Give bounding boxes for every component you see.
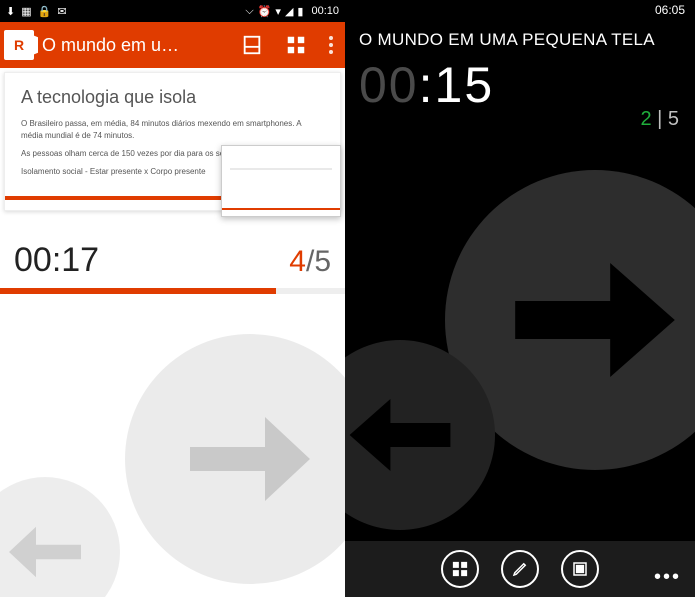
elapsed-timer: 00:17 [14, 241, 99, 280]
mail-icon: ✉ [57, 5, 66, 18]
wifi-icon: ▾ [275, 5, 281, 18]
lock-icon: 🔒 [38, 5, 52, 18]
slide-counter: 4/5 [289, 245, 331, 279]
next-slide-button[interactable] [125, 334, 345, 584]
notes-view-button[interactable] [241, 34, 263, 56]
pen-tool-button[interactable] [501, 550, 539, 588]
current-slide-number: 4 [289, 245, 306, 278]
wp-app-bar: ••• [345, 541, 695, 597]
signal-icon: ◢ [285, 5, 293, 18]
status-clock: 00:10 [311, 5, 339, 17]
bluetooth-icon: ⌵ [245, 5, 253, 18]
total-slides: 5 [314, 245, 331, 278]
slide-paragraph: O Brasileiro passa, em média, 84 minutos… [21, 118, 324, 142]
current-slide-preview[interactable]: A tecnologia que isola O Brasileiro pass… [0, 68, 345, 215]
grid-view-button[interactable] [285, 34, 307, 56]
arrow-right-icon [500, 225, 690, 415]
next-slide-thumbnail[interactable] [221, 145, 341, 217]
overflow-menu-button[interactable] [329, 36, 333, 54]
image-icon: ▦ [21, 5, 31, 18]
arrow-left-icon [345, 375, 460, 495]
battery-icon: ▮ [297, 5, 303, 18]
presentation-title: O mundo em u… [42, 35, 179, 56]
arrow-left-icon [0, 507, 90, 597]
slide-view-button[interactable] [561, 550, 599, 588]
download-icon: ⬇ [6, 5, 15, 18]
powerpoint-title-bar: R O mundo em u… [0, 22, 345, 68]
alarm-icon: ⏰ [258, 5, 272, 18]
previous-slide-button[interactable] [0, 477, 120, 597]
powerpoint-app-icon: R [4, 30, 34, 60]
slides-grid-button[interactable] [441, 550, 479, 588]
slide-title: A tecnologia que isola [21, 87, 324, 108]
android-status-bar: ⬇ ▦ 🔒 ✉ ⌵ ⏰ ▾ ◢ ▮ 00:10 [0, 0, 345, 22]
arrow-right-icon [175, 384, 325, 534]
